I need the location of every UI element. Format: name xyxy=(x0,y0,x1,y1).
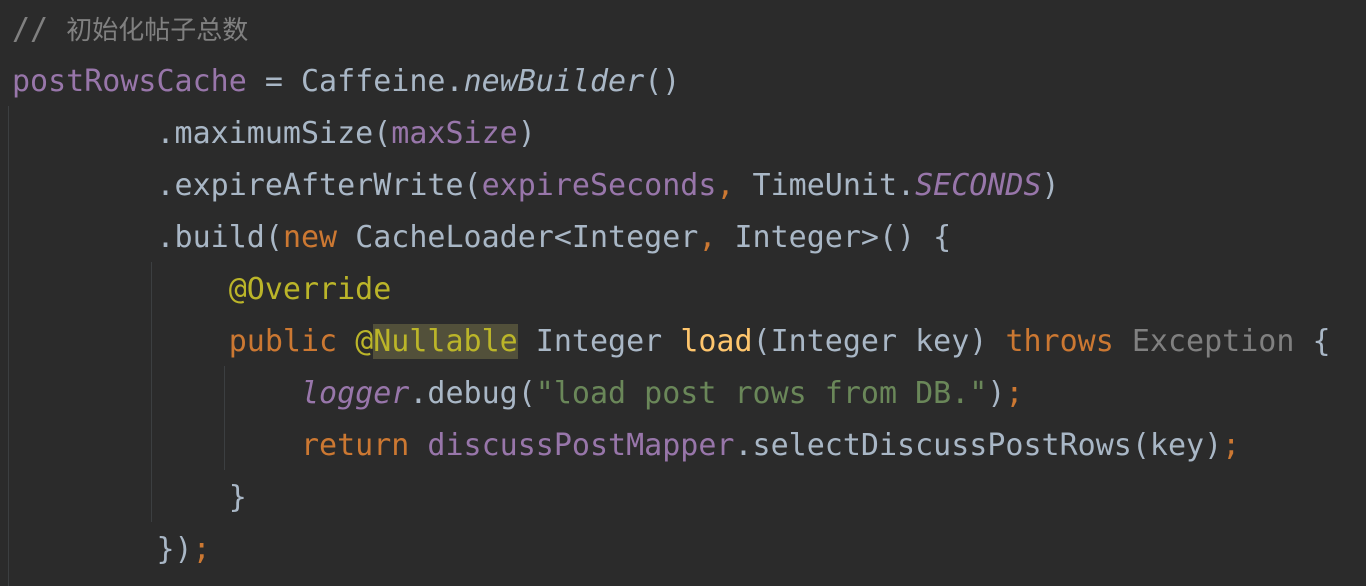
keyword-new: new xyxy=(282,220,356,255)
annotation-override: @Override xyxy=(228,272,392,307)
paren-close: ) xyxy=(517,116,536,151)
field-logger: logger xyxy=(300,376,410,411)
method-build: .build( xyxy=(12,220,283,255)
type-Exception: Exception xyxy=(1131,324,1295,359)
type-Integer-brace: Integer>() { xyxy=(734,220,952,255)
params: (Integer key) xyxy=(752,324,1006,359)
brace-paren-close: }) xyxy=(12,532,193,567)
semicolon: ; xyxy=(1005,376,1024,411)
method-selectDiscussPostRows: .selectDiscussPostRows(key) xyxy=(734,428,1223,463)
code-editor[interactable]: // 初始化帖子总数 postRowsCache = Caffeine.newBu… xyxy=(0,0,1366,586)
code-line[interactable]: } xyxy=(12,472,247,524)
field-discussPostMapper: discussPostMapper xyxy=(427,428,735,463)
annotation-nullable: Nullable xyxy=(373,324,518,359)
assign-caffeine: = Caffeine. xyxy=(246,64,464,99)
type-Integer: Integer xyxy=(517,324,681,359)
parens: () xyxy=(644,64,681,99)
code-line[interactable]: logger.debug("load post rows from DB."); xyxy=(12,368,1023,420)
brace-open: { xyxy=(1294,324,1331,359)
brace-close: } xyxy=(12,480,247,515)
method-load: load xyxy=(680,324,753,359)
code-line[interactable]: .expireAfterWrite(expireSeconds, TimeUni… xyxy=(12,160,1060,212)
indent-guide xyxy=(8,106,9,586)
paren-close: ) xyxy=(1041,168,1060,203)
keyword-public: public xyxy=(228,324,356,359)
code-line[interactable]: // 初始化帖子总数 xyxy=(12,4,248,56)
field-expireSeconds: expireSeconds xyxy=(481,168,717,203)
comment-prefix: // xyxy=(12,12,67,47)
comma: , xyxy=(716,168,753,203)
semicolon: ; xyxy=(1222,428,1241,463)
code-line[interactable]: postRowsCache = Caffeine.newBuilder() xyxy=(12,56,680,108)
string-literal: "load post rows from DB." xyxy=(535,376,988,411)
code-line[interactable]: return discussPostMapper.selectDiscussPo… xyxy=(12,420,1240,472)
code-line[interactable]: .build(new CacheLoader<Integer, Integer>… xyxy=(12,212,951,264)
keyword-return: return xyxy=(300,428,428,463)
keyword-throws: throws xyxy=(1005,324,1132,359)
class-TimeUnit: TimeUnit. xyxy=(752,168,916,203)
field-maxSize: maxSize xyxy=(391,116,518,151)
const-SECONDS: SECONDS xyxy=(915,168,1042,203)
method-maximumSize: .maximumSize( xyxy=(12,116,392,151)
type-CacheLoader: CacheLoader<Integer xyxy=(355,220,699,255)
comment-text: 初始化帖子总数 xyxy=(66,16,249,46)
comma: , xyxy=(698,220,735,255)
paren-close: ) xyxy=(987,376,1006,411)
method-expireAfterWrite: .expireAfterWrite( xyxy=(12,168,482,203)
field-postRowsCache: postRowsCache xyxy=(12,64,247,99)
code-line[interactable]: }); xyxy=(12,524,211,576)
semicolon: ; xyxy=(192,532,211,567)
annotation-at: @ xyxy=(355,324,374,359)
code-line[interactable]: @Override xyxy=(12,264,392,316)
method-debug: .debug( xyxy=(409,376,536,411)
method-newBuilder: newBuilder xyxy=(463,64,645,99)
code-line[interactable]: .maximumSize(maxSize) xyxy=(12,108,536,160)
code-line[interactable]: public @Nullable Integer load(Integer ke… xyxy=(12,316,1331,368)
